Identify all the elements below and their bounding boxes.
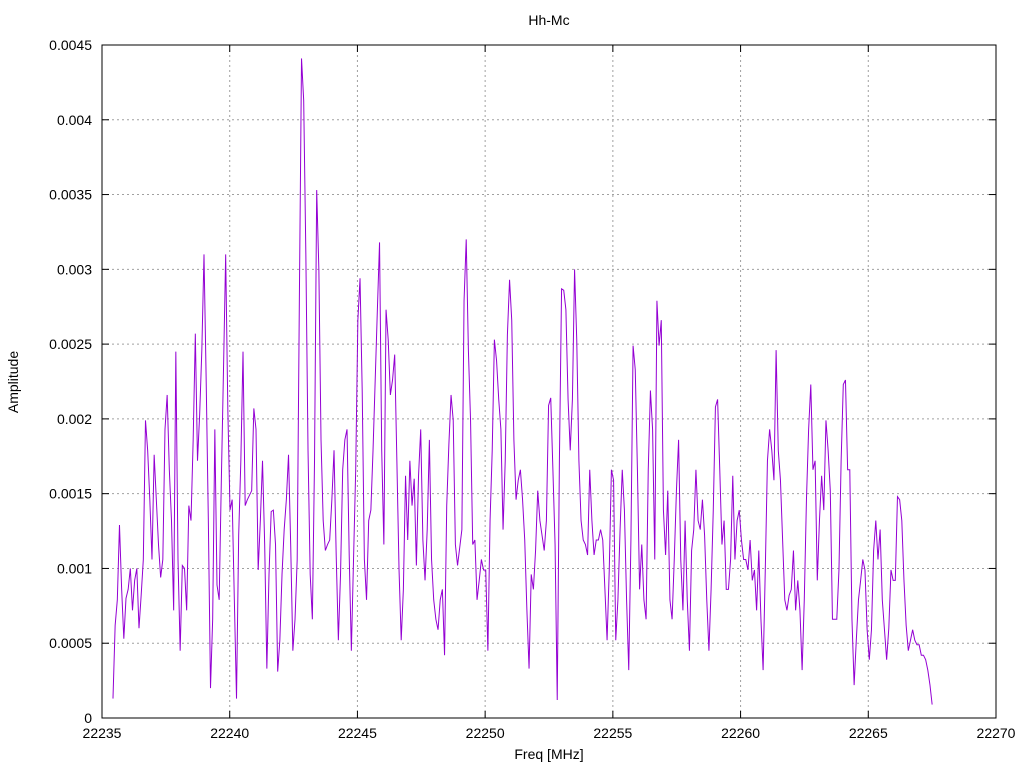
x-tick-label: 22270	[977, 725, 1016, 741]
y-tick-label: 0.003	[57, 261, 92, 277]
y-tick-label: 0.002	[57, 411, 92, 427]
x-tick-label: 22235	[83, 725, 122, 741]
x-tick-label: 22265	[849, 725, 888, 741]
ticks	[101, 44, 997, 719]
x-tick-label: 22255	[593, 725, 632, 741]
chart: 22235 22240 22245 22250 22255 22260 22265 22270…	[5, 12, 1016, 762]
plot-border	[101, 44, 997, 719]
y-tick-labels: 0 0.0005 0.001 0.0015 0.002 0.0025 0.003 0.0035…	[49, 37, 92, 726]
y-tick-label: 0.0015	[49, 486, 92, 502]
y-tick-label: 0.0005	[49, 635, 92, 651]
x-tick-label: 22250	[466, 725, 505, 741]
y-tick-label: 0.001	[57, 560, 92, 576]
series-line	[112, 58, 933, 705]
y-tick-label: 0.0025	[49, 336, 92, 352]
series-line-group	[112, 58, 933, 705]
x-tick-label: 22240	[210, 725, 249, 741]
x-tick-labels: 22235 22240 22245 22250 22255 22260 22265 22270	[83, 725, 1016, 741]
x-axis-label: Freq [MHz]	[514, 746, 583, 762]
y-tick-label: 0.004	[57, 112, 92, 128]
y-tick-label: 0.0035	[49, 187, 92, 203]
x-tick-label: 22260	[721, 725, 760, 741]
chart-title: Hh-Mc	[528, 12, 569, 28]
y-tick-label: 0	[84, 710, 92, 726]
x-tick-label: 22245	[338, 725, 377, 741]
grid	[102, 45, 996, 718]
y-axis-label: Amplitude	[5, 351, 21, 413]
y-tick-label: 0.0045	[49, 37, 92, 53]
